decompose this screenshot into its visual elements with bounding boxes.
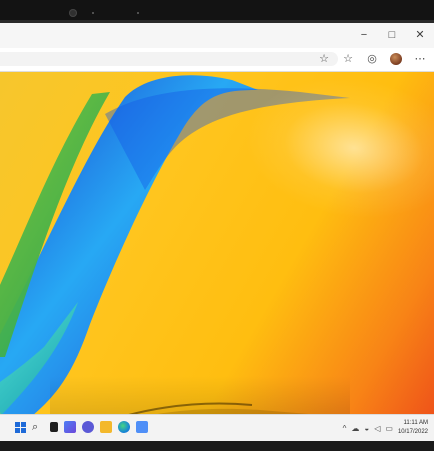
clock[interactable]: 11:11 AM 10/17/2022 [398, 419, 428, 437]
system-tray: ^ ☁ ◒ ◁ ▭ 11:11 AM 10/17/2022 [343, 418, 428, 438]
clock-time: 11:11 AM [403, 420, 428, 426]
extensions-icon[interactable]: ◎ [366, 51, 378, 67]
window-controls: − □ ✕ [358, 28, 426, 42]
task-view-icon[interactable] [50, 422, 58, 432]
webcam-bezel [0, 0, 434, 20]
close-button[interactable]: ✕ [414, 28, 426, 42]
address-bar[interactable] [0, 52, 338, 66]
widgets-icon[interactable] [64, 421, 76, 433]
browser-titlebar: − □ ✕ [0, 23, 434, 48]
file-explorer-icon[interactable] [100, 421, 112, 433]
favorites-icon[interactable]: ☆ [318, 51, 330, 67]
edge-icon[interactable] [118, 421, 130, 433]
star-icon[interactable]: ☆ [342, 51, 354, 67]
battery-icon[interactable]: ▭ [385, 424, 393, 433]
toolbar-icons: ☆ ☆ ◎ ⋯ [318, 51, 426, 67]
webcam-lens [69, 9, 77, 17]
browser-content [0, 72, 434, 441]
sensor-dot-right [137, 12, 139, 14]
chat-icon[interactable] [82, 421, 94, 433]
taskbar-apps: ⌕ [15, 421, 148, 433]
wifi-icon[interactable]: ◒ [364, 424, 369, 433]
profile-icon[interactable] [390, 53, 402, 65]
minimize-button[interactable]: − [358, 28, 370, 42]
volume-icon[interactable]: ◁ [374, 424, 380, 433]
cloud-icon[interactable]: ☁ [351, 424, 359, 433]
clock-date: 10/17/2022 [397, 429, 428, 435]
browser-toolbar: ☆ ☆ ◎ ⋯ [0, 48, 434, 72]
tray-chevron-icon[interactable]: ^ [343, 424, 347, 433]
start-button[interactable] [15, 421, 26, 433]
laptop-frame: − □ ✕ ☆ ☆ ◎ ⋯ ⌕ ^ ☁ ◒ ◁ ▭ 11:11 AM 10/17… [0, 0, 434, 451]
screen: − □ ✕ ☆ ☆ ◎ ⋯ ⌕ ^ ☁ ◒ ◁ ▭ 11:11 AM 10/17… [0, 23, 434, 441]
taskbar: ⌕ ^ ☁ ◒ ◁ ▭ 11:11 AM 10/17/2022 [0, 414, 434, 441]
sensor-dot-left [92, 12, 94, 14]
more-icon[interactable]: ⋯ [414, 51, 426, 67]
search-icon[interactable]: ⌕ [32, 421, 44, 433]
maximize-button[interactable]: □ [386, 28, 398, 42]
store-icon[interactable] [136, 421, 148, 433]
bottom-bezel [0, 441, 434, 451]
